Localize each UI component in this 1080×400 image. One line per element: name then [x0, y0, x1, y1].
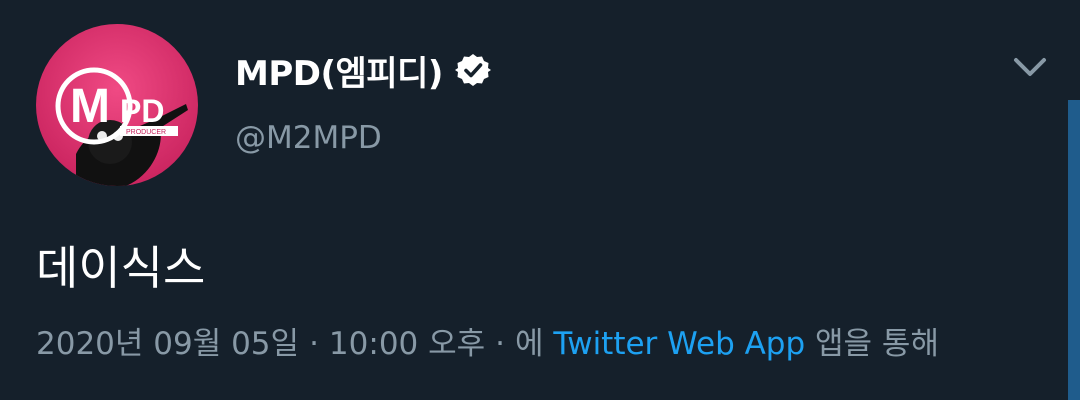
via-prefix: 에: [515, 326, 544, 362]
verified-badge-icon: [454, 54, 491, 86]
tweet-date[interactable]: 2020년 09월 05일: [36, 326, 299, 362]
avatar-logo-subtext: PRODUCER: [126, 129, 166, 136]
avatar[interactable]: M PD PRODUCER: [36, 24, 198, 186]
user-handle[interactable]: @M2MPD: [235, 120, 382, 156]
display-name: MPD(엠피디): [235, 53, 443, 94]
avatar-image: M PD PRODUCER: [36, 24, 198, 186]
via-suffix: 앱을 통해: [815, 326, 939, 362]
tweet-meta: 2020년 09월 05일 · 10:00 오후 · 에 Twitter Web App…: [36, 318, 939, 363]
chevron-down-icon[interactable]: [1010, 50, 1050, 84]
tweet-time[interactable]: 10:00 오후: [329, 326, 485, 362]
tweet-text: 데이식스: [36, 241, 206, 295]
source-link[interactable]: Twitter Web App: [553, 326, 805, 362]
scrollbar[interactable]: [1068, 100, 1080, 400]
separator: ·: [309, 326, 319, 362]
display-name-row[interactable]: MPD(엠피디): [235, 48, 491, 94]
avatar-logo-m: M: [70, 80, 110, 133]
avatar-logo-pd: PD: [120, 93, 164, 129]
separator: ·: [495, 326, 506, 362]
